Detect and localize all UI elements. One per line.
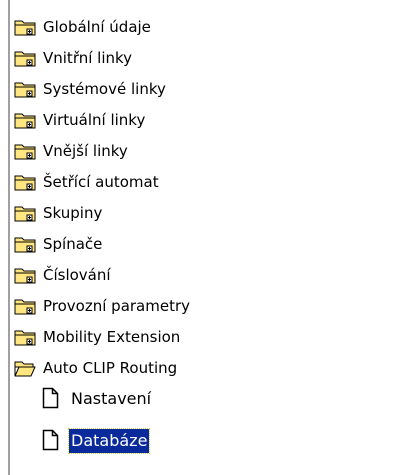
tree-item-label: Šetřící automat [43, 173, 159, 191]
closed-folder-icon [14, 268, 36, 284]
tree-item-label: Systémové linky [43, 80, 166, 98]
document-icon [42, 429, 59, 451]
open-folder-icon [14, 361, 36, 377]
tree-view[interactable]: Globální údaje Vnitřní linky Systémové l… [8, 0, 396, 475]
closed-folder-icon [14, 299, 36, 315]
tree-item-nastaveni[interactable]: Nastavení [10, 384, 310, 415]
closed-folder-icon [14, 237, 36, 253]
tree-item-label: Vnitřní linky [43, 49, 133, 67]
closed-folder-icon [14, 51, 36, 67]
tree-item-label: Mobility Extension [43, 328, 181, 346]
tree-item-label: Spínače [43, 235, 103, 253]
closed-folder-icon [14, 330, 36, 346]
closed-folder-icon [14, 113, 36, 129]
closed-folder-icon [14, 175, 36, 191]
tree-item-label: Provozní parametry [43, 297, 191, 315]
document-icon [42, 387, 59, 409]
tree-item-label: Virtuální linky [43, 111, 146, 129]
tree-item-label: Skupiny [43, 204, 103, 222]
tree-item-label-selected: Databáze [67, 428, 151, 454]
tree-item-label: Nastavení [71, 389, 152, 408]
tree-item-label: Číslování [43, 266, 111, 284]
tree-item-label: Vnější linky [43, 142, 128, 160]
closed-folder-icon [14, 144, 36, 160]
tree-item-label: Auto CLIP Routing [43, 359, 178, 377]
closed-folder-icon [14, 82, 36, 98]
closed-folder-icon [14, 206, 36, 222]
tree-item-databaze[interactable]: Databáze [10, 426, 310, 457]
tree-item-label: Globální údaje [43, 18, 151, 36]
closed-folder-icon [14, 20, 36, 36]
